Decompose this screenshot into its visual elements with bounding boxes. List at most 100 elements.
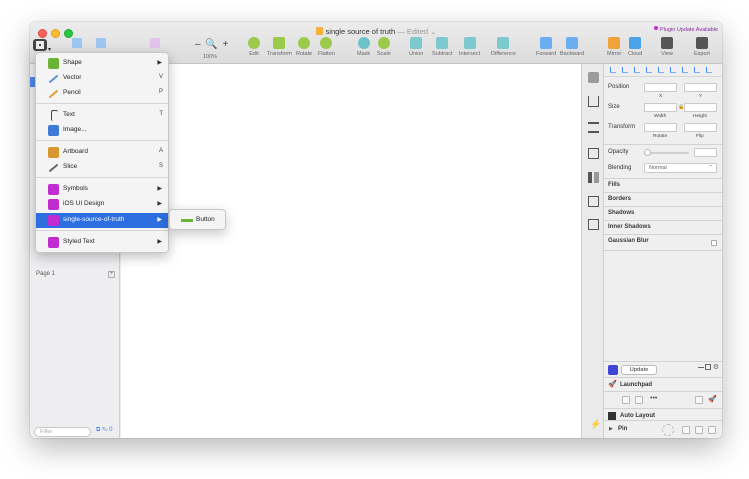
submenu-item-button[interactable]: Button	[196, 216, 215, 223]
resize-icon[interactable]	[588, 196, 599, 207]
disclosure-triangle-icon[interactable]: ▶	[609, 426, 613, 432]
toolbar-export-button[interactable]: Export	[694, 37, 710, 57]
shape-icon	[48, 58, 59, 69]
menu-item-slice[interactable]: Slice S	[36, 160, 168, 175]
symbols-icon	[48, 184, 59, 195]
width-field[interactable]	[644, 103, 677, 112]
expand-panel-icon[interactable]	[705, 364, 711, 370]
flip-buttons[interactable]	[684, 123, 717, 132]
menu-item-text[interactable]: Text T	[36, 108, 168, 123]
toolbar-scale-button[interactable]: Scale	[377, 37, 391, 57]
position-x-field[interactable]	[644, 83, 677, 92]
plugin-icon[interactable]	[150, 38, 160, 48]
position-y-field[interactable]	[684, 83, 717, 92]
update-button[interactable]: Update	[621, 365, 657, 375]
distribute-v-icon[interactable]	[694, 67, 700, 73]
gaussian-blur-section[interactable]: Gaussian Blur	[608, 238, 649, 244]
toolbar-subtract-button[interactable]: Subtract	[432, 37, 452, 57]
borders-section[interactable]: Borders	[608, 196, 631, 202]
height-field[interactable]	[684, 103, 717, 112]
align-left-icon[interactable]	[610, 67, 616, 73]
divider	[604, 178, 722, 179]
edited-indicator[interactable]: — Edited ⌄	[397, 27, 436, 36]
toolbar-rotate-button[interactable]: Rotate	[296, 37, 312, 57]
mask-icon	[357, 37, 370, 49]
toolbar-difference-button[interactable]: Difference	[491, 37, 516, 57]
toolbar-mask-button[interactable]: Mask	[357, 37, 370, 57]
menu-item-shape[interactable]: Shape ▶	[36, 56, 168, 71]
rotate-field[interactable]	[644, 123, 677, 132]
align-middle-v-icon[interactable]	[658, 67, 664, 73]
toolbar-edit-button[interactable]: Edit	[248, 37, 260, 57]
add-page-icon[interactable]: +	[108, 271, 115, 278]
inner-shadows-section[interactable]: Inner Shadows	[608, 224, 651, 230]
menu-item-artboard[interactable]: Artboard A	[36, 145, 168, 160]
menu-item-image[interactable]: Image...	[36, 123, 168, 138]
menu-item-symbols[interactable]: Symbols ▶	[36, 182, 168, 197]
blending-select[interactable]: Normal ⌃	[644, 163, 717, 173]
menu-item-ios-ui-design[interactable]: iOS UI Design ▶	[36, 197, 168, 212]
align-center-h-icon[interactable]	[622, 67, 628, 73]
plugin-update-notice[interactable]: Plugin Update Available	[654, 26, 718, 33]
add-artboard-icon[interactable]	[588, 219, 599, 230]
toolbar-view-button[interactable]: View	[661, 37, 673, 57]
subtract-icon	[436, 37, 449, 49]
pin-row[interactable]: ▶ Pin	[604, 420, 722, 438]
toolbar-mirror-button[interactable]: Mirror	[607, 37, 621, 57]
create-symbol-icon[interactable]	[72, 38, 82, 48]
toolbar-transform-button[interactable]: Transform	[267, 37, 292, 57]
opacity-slider-knob[interactable]	[644, 149, 651, 156]
gaussian-blur-checkbox[interactable]	[711, 240, 717, 246]
toolbar-intersect-button[interactable]: Intersect	[459, 37, 480, 57]
filter-input[interactable]: Filter	[34, 427, 91, 437]
minimize-panel-icon[interactable]	[698, 367, 704, 368]
cube-icon[interactable]	[635, 396, 643, 404]
menu-item-vector[interactable]: Vector V	[36, 71, 168, 86]
craft-icon[interactable]	[588, 72, 599, 83]
toolbar-flatten-button[interactable]: Flatten	[318, 37, 335, 57]
toolbar-cloud-button[interactable]: Cloud	[628, 37, 642, 57]
zoom-control[interactable]: – 🔍 +	[195, 39, 229, 50]
flatten-icon	[320, 37, 333, 49]
layer-list-icon[interactable]	[96, 38, 106, 48]
template-icon[interactable]	[622, 396, 630, 404]
craft-logo-icon	[608, 365, 618, 375]
share-icon[interactable]	[588, 96, 599, 107]
trash-icon[interactable]	[708, 426, 716, 434]
intersect-label: Intersect	[459, 51, 481, 57]
page-label[interactable]: Page 1	[36, 271, 55, 277]
rotate-icon	[298, 37, 311, 49]
transform-label: Transform	[608, 124, 636, 130]
menu-item-styled-text[interactable]: Styled Text ▶	[36, 235, 168, 250]
align-right-icon[interactable]	[634, 67, 640, 73]
more-icon[interactable]: •••	[650, 395, 657, 402]
width-label: Width	[654, 114, 667, 119]
toolbar-forward-button[interactable]: Forward	[536, 37, 556, 57]
align-top-icon[interactable]	[646, 67, 652, 73]
pin-option-icon[interactable]	[682, 426, 690, 434]
stack-icon[interactable]	[588, 122, 599, 133]
settings-gear-icon[interactable]: ⚙	[713, 363, 719, 371]
menu-item-single-source-of-truth[interactable]: single-source-of-truth ▶	[36, 213, 168, 228]
distribute-h-icon[interactable]	[682, 67, 688, 73]
lightning-icon[interactable]: ⚡	[590, 419, 601, 430]
ios-ui-design-icon	[48, 199, 59, 210]
inspector-icon[interactable]	[588, 148, 599, 159]
menu-item-pencil[interactable]: Pencil P	[36, 86, 168, 101]
grid-icon[interactable]	[588, 172, 599, 183]
insert-button[interactable]	[33, 39, 47, 51]
align-bottom-icon[interactable]	[670, 67, 676, 73]
filter-options[interactable]: ⧉ ✎ 0	[96, 427, 112, 434]
shadows-section[interactable]: Shadows	[608, 210, 634, 216]
launch-icon[interactable]: 🚀	[708, 395, 717, 403]
pin-reset-icon[interactable]	[695, 426, 703, 434]
align-extra-icon[interactable]	[706, 67, 712, 73]
launchpad-row[interactable]: 🚀 Launchpad	[604, 377, 722, 391]
toolbar-union-button[interactable]: Union	[409, 37, 423, 57]
opacity-field[interactable]	[694, 148, 717, 157]
fills-section[interactable]: Fills	[608, 182, 620, 188]
browser-icon[interactable]	[695, 396, 703, 404]
canvas[interactable]	[121, 64, 581, 438]
toolbar-backward-button[interactable]: Backward	[560, 37, 584, 57]
pin-target-icon[interactable]	[662, 424, 674, 436]
